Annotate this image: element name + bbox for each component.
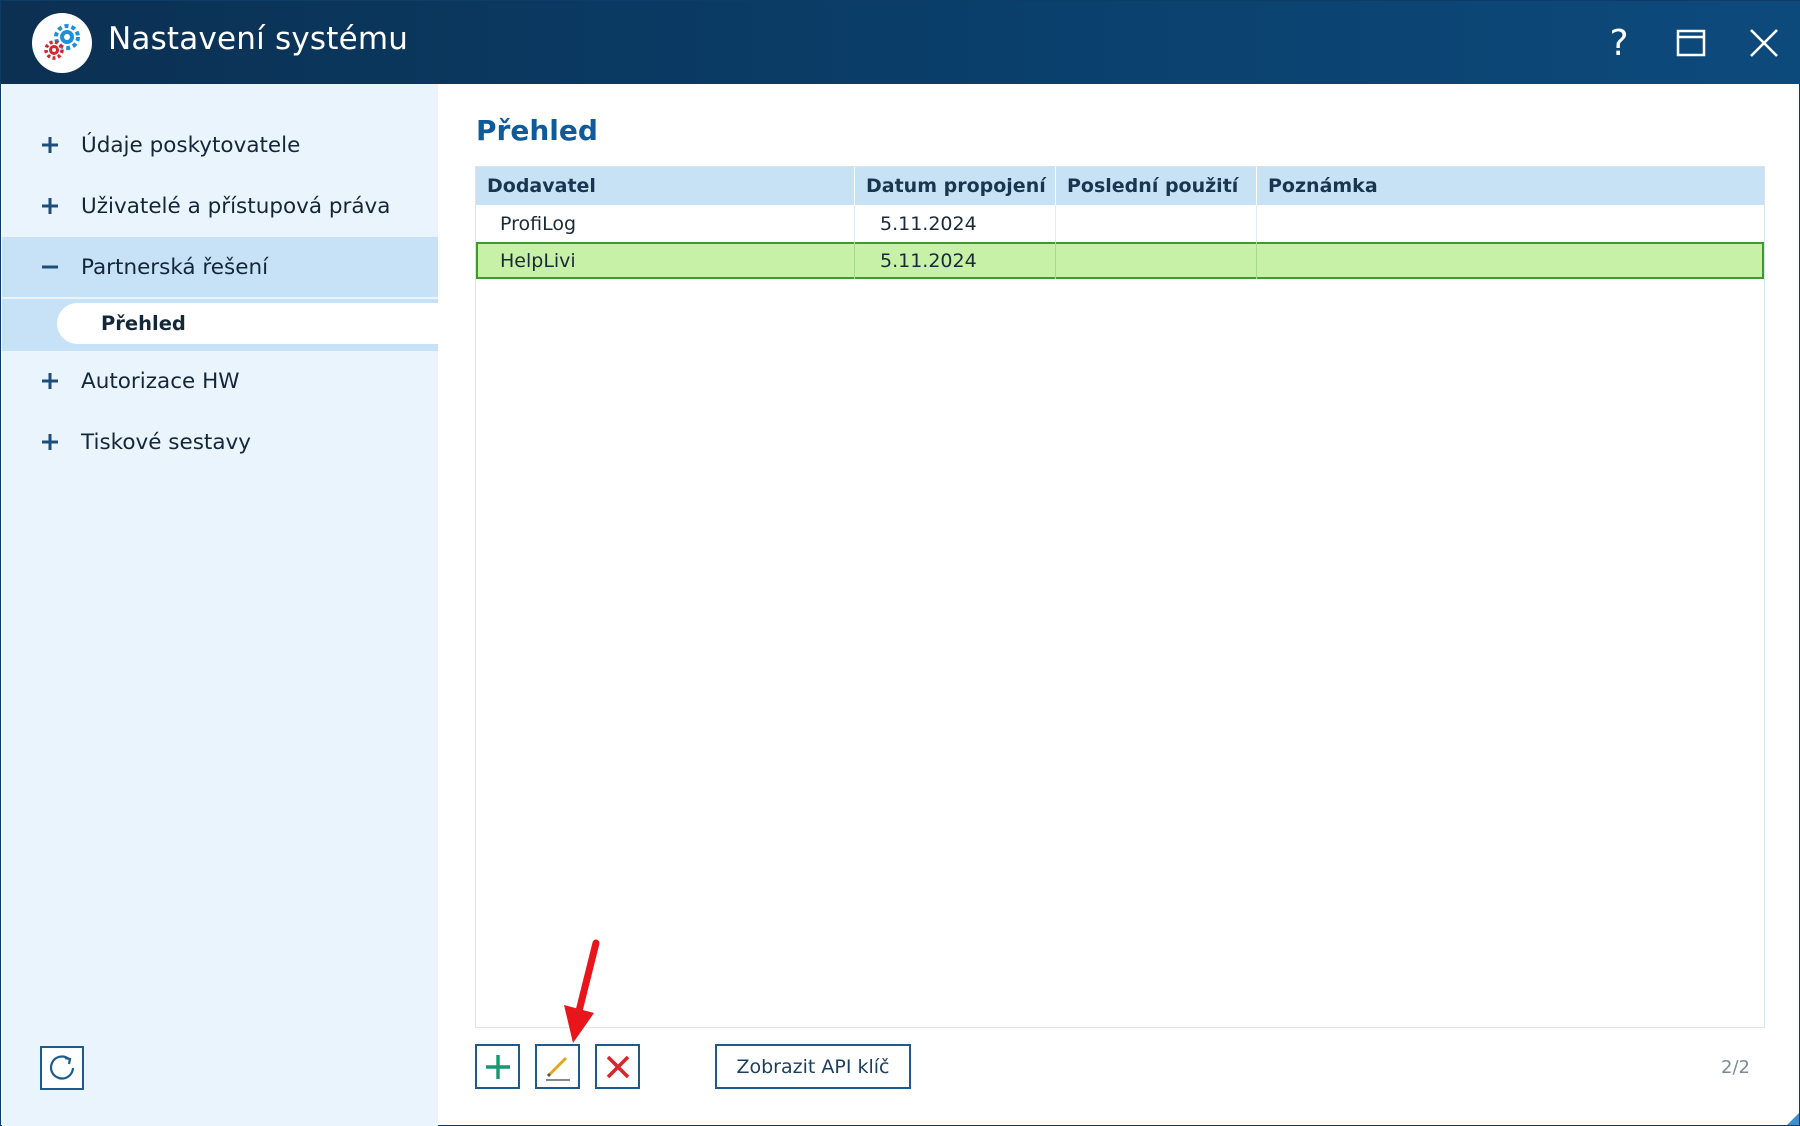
add-button[interactable] [475,1044,520,1089]
delete-button[interactable] [595,1044,640,1089]
cell-connection-date: 5.11.2024 [855,242,1056,279]
title-bar: Nastavení systému ? [1,1,1800,84]
add-icon [485,1054,510,1079]
refresh-icon [49,1055,75,1080]
app-gears-icon [32,13,92,73]
resize-grip-icon[interactable] [1783,1109,1799,1125]
sidebar-item-label: Partnerská řešení [81,254,269,280]
close-icon [1750,29,1778,57]
sidebar-subitem-overview[interactable]: Přehled [57,303,438,344]
column-header-connection-date[interactable]: Datum propojení [855,167,1056,205]
show-api-key-button[interactable]: Zobrazit API klíč [715,1044,911,1089]
plus-icon [39,372,61,390]
cell-last-used [1056,205,1257,242]
table-header: Dodavatel Datum propojení Poslední použi… [476,167,1764,205]
column-header-note[interactable]: Poznámka [1257,167,1764,205]
sidebar-item-partner-solutions[interactable]: Partnerská řešení [2,237,438,297]
cell-connection-date: 5.11.2024 [855,205,1056,242]
column-header-supplier[interactable]: Dodavatel [476,167,855,205]
partners-table: Dodavatel Datum propojení Poslední použi… [475,166,1765,1028]
cell-supplier: HelpLivi [476,242,855,279]
settings-window: Nastavení systému ? Údaje poskytovatele [0,0,1800,1126]
cell-last-used [1056,242,1257,279]
close-button[interactable] [1736,15,1792,71]
cell-supplier: ProfiLog [476,205,855,242]
cell-note [1257,242,1764,279]
table-row[interactable]: ProfiLog 5.11.2024 [476,205,1764,242]
help-button[interactable]: ? [1591,15,1647,71]
plus-icon [39,433,61,451]
sidebar-item-users-access-rights[interactable]: Uživatelé a přístupová práva [2,176,438,236]
cell-note [1257,205,1764,242]
sidebar: Údaje poskytovatele Uživatelé a přístupo… [2,84,438,1126]
minus-icon [39,258,61,276]
sidebar-item-label: Tiskové sestavy [81,429,251,455]
plus-icon [39,136,61,154]
sidebar-item-label: Uživatelé a přístupová práva [81,193,391,219]
sidebar-item-provider-details[interactable]: Údaje poskytovatele [2,115,438,175]
page-title: Přehled [476,114,598,147]
edit-button[interactable] [535,1044,580,1089]
page-count: 2/2 [1721,1057,1750,1078]
maximize-button[interactable] [1663,15,1719,71]
sidebar-subnav: Přehled [2,299,438,351]
delete-icon [606,1055,629,1078]
table-row-selected[interactable]: HelpLivi 5.11.2024 [476,242,1764,279]
refresh-button[interactable] [40,1046,84,1090]
sidebar-item-hw-authorization[interactable]: Autorizace HW [2,351,438,411]
edit-icon [545,1056,570,1081]
plus-icon [39,197,61,215]
help-icon: ? [1609,22,1629,64]
sidebar-item-label: Autorizace HW [81,368,240,394]
maximize-icon [1676,29,1706,57]
sidebar-item-print-reports[interactable]: Tiskové sestavy [2,412,438,472]
column-header-last-used[interactable]: Poslední použití [1056,167,1257,205]
sidebar-item-label: Údaje poskytovatele [81,132,301,158]
window-title: Nastavení systému [108,21,409,57]
annotation-arrow-icon [564,939,600,1043]
